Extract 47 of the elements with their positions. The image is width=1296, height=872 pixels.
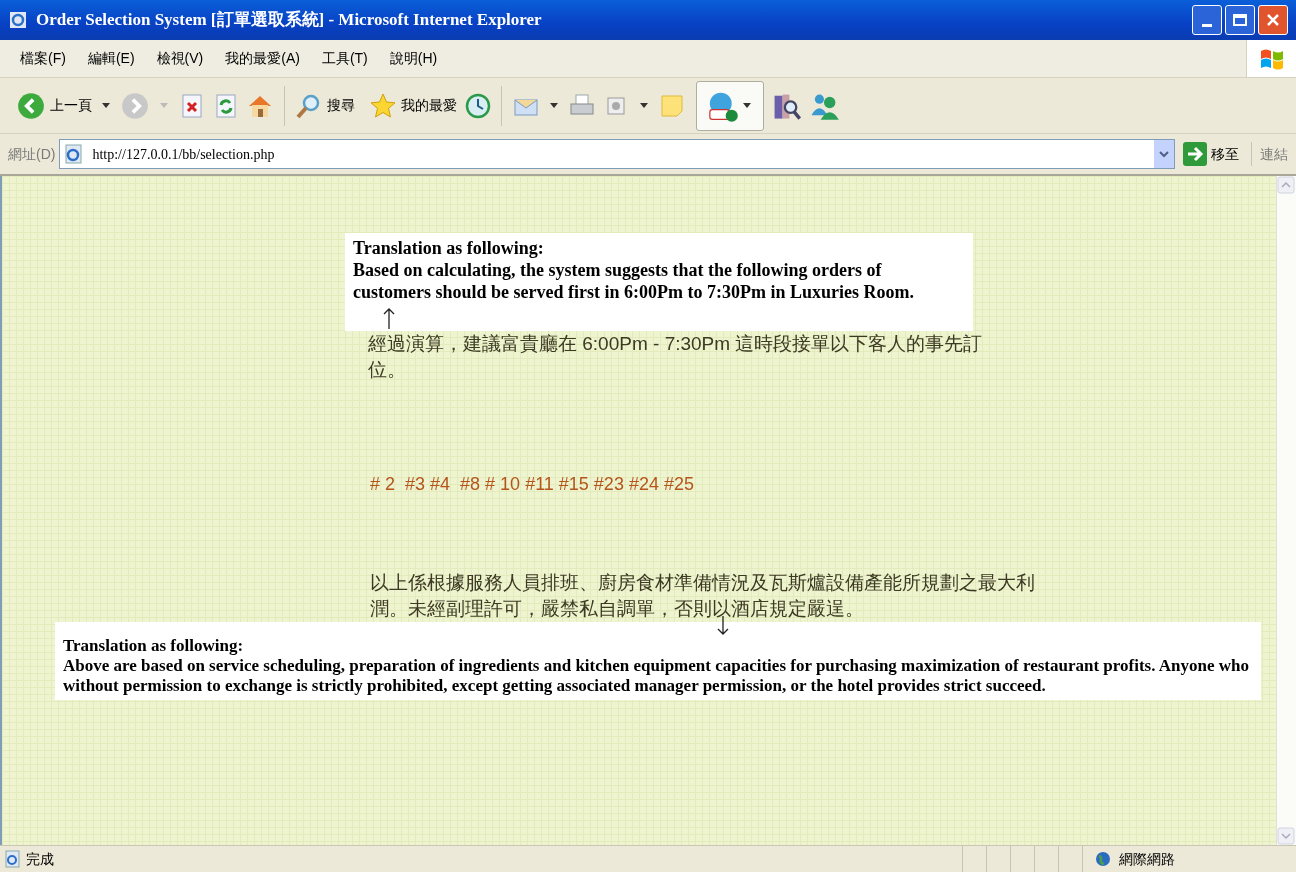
minimize-button[interactable] — [1192, 5, 1222, 35]
window-title: Order Selection System [訂單選取系統] - Microsoft Internet Explorer — [36, 9, 542, 32]
scroll-up-icon[interactable] — [1277, 176, 1295, 194]
arrow-right-icon — [1183, 142, 1207, 166]
close-icon — [1266, 13, 1280, 27]
favorites-button[interactable]: 我的最愛 — [369, 91, 457, 120]
page-icon — [64, 144, 85, 164]
menu-item[interactable]: 檔案(F) — [20, 48, 66, 69]
skype-button[interactable] — [696, 80, 764, 131]
policy-text: 以上係根據服務人員排班、廚房食材準備情況及瓦斯爐設備產能所規劃之最大利潤。未經副理許可，嚴禁私自調單，否則以酒店規定嚴逞。 — [370, 571, 1036, 621]
notice-text: 經過演算，建議富貴廳在 6:00Pm - 7:30Pm 這時段接單以下客人的事先訂位。 — [368, 332, 984, 382]
dropdown-caret-icon[interactable] — [550, 103, 558, 108]
go-button[interactable]: 移至 — [1183, 142, 1252, 166]
translation-heading: Translation as following: — [63, 636, 245, 656]
browser-icon — [8, 10, 28, 30]
status-text: 完成 — [26, 849, 54, 869]
maximize-icon — [1233, 14, 1247, 26]
dropdown-caret-icon[interactable] — [743, 103, 751, 108]
scroll-down-icon[interactable] — [1277, 827, 1295, 845]
menu-item[interactable]: 檢視(V) — [156, 48, 204, 69]
scrollbar[interactable] — [1276, 176, 1296, 845]
address-field[interactable]: http://127.0.0.1/bb/selection.php — [59, 139, 1175, 169]
minimize-icon — [1202, 24, 1212, 27]
links-label[interactable]: 連結 — [1256, 143, 1288, 165]
search-button[interactable]: 搜尋 — [295, 91, 355, 120]
back-button[interactable]: 上一頁 — [16, 90, 92, 121]
close-button[interactable] — [1258, 5, 1288, 35]
dropdown-caret-icon[interactable] — [640, 103, 648, 108]
history-icon[interactable] — [463, 91, 491, 120]
menu-item[interactable]: 我的最愛(A) — [225, 48, 300, 69]
dropdown-caret-icon[interactable] — [102, 103, 110, 108]
translation-text: Based on calculating, the system suggests that the following orders of customers should be served first in 6:00Pm to 7:30Pm in Luxuries Room. — [353, 259, 915, 303]
arrow-down-icon — [717, 616, 729, 636]
menu-item[interactable]: 編輯(E) — [87, 48, 135, 69]
arrow-up-icon — [383, 307, 395, 329]
address-label: 網址(D) — [8, 144, 56, 164]
star-icon[interactable] — [369, 91, 397, 120]
menu-item[interactable]: 工具(T) — [321, 48, 368, 69]
maximize-button[interactable] — [1225, 5, 1255, 35]
chevron-down-icon[interactable] — [1159, 150, 1169, 158]
menu-item[interactable]: 說明(H) — [389, 48, 438, 69]
globe-icon — [1095, 851, 1111, 867]
zone-text: 網際網路 — [1119, 849, 1175, 869]
translation-heading: Translation as following: — [353, 237, 545, 259]
order-numbers: # 2 #3 #4 #8 # 10 #11 #15 #23 #24 #25 — [370, 473, 695, 496]
translation-text: Above are based on service scheduling, preparation of ingredients and kitchen equipment capacities for purchasing maximization of restaurant profits. Anyone who without permission to exchange is strictly prohibited, except getting associated manager permission, or the hotel provides strict succeed. — [63, 656, 1250, 696]
page-icon — [4, 850, 22, 868]
